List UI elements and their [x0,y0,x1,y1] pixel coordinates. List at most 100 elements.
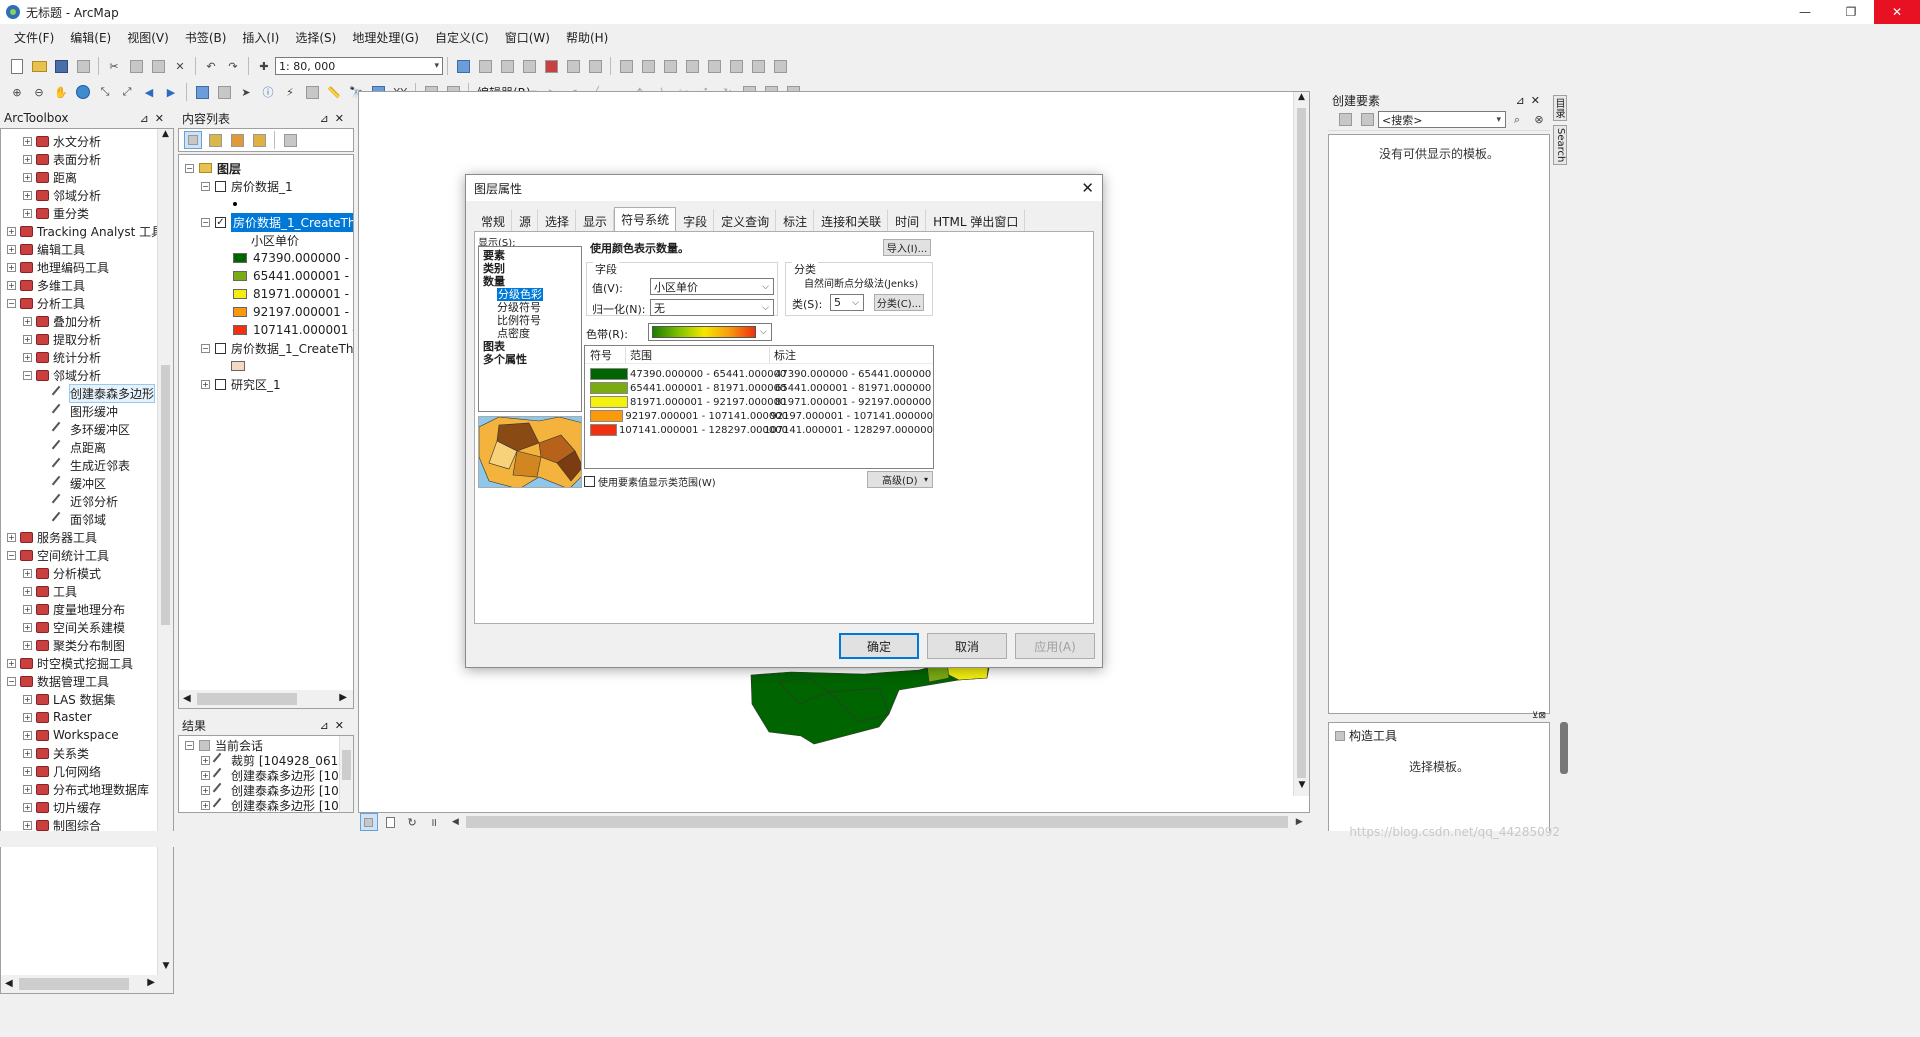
edge-handle[interactable] [1560,722,1568,774]
menu-windows[interactable]: 窗口(W) [497,29,558,46]
zoom-in-icon[interactable]: ⊕ [8,83,26,101]
expand-toggle-icon[interactable]: + [7,226,16,236]
class-label[interactable]: 107141.000001 - 128297.000000 [762,425,933,436]
expand-toggle-icon[interactable]: + [7,280,16,290]
cut-icon[interactable]: ✂ [105,57,123,75]
class-table-row[interactable]: 47390.000000 - 65441.000000 47390.000000 … [585,367,933,381]
go-back-icon[interactable]: ◀ [140,83,158,101]
toc-class-row[interactable]: 65441.000001 - 8197 [185,267,353,285]
expand-toggle-icon[interactable]: + [23,766,32,776]
expand-toggle-icon[interactable]: + [201,771,210,780]
layout-view-icon[interactable] [382,813,400,831]
classes-select[interactable]: 5 ⌵ [830,294,864,311]
expand-toggle-icon[interactable]: + [23,712,32,722]
delete-icon[interactable]: ✕ [171,57,189,75]
pan-icon[interactable]: ✋ [52,83,70,101]
renderer-tree-item[interactable]: 类别 [483,262,581,275]
clear-selection-icon[interactable] [215,83,233,101]
expand-toggle-icon[interactable]: + [7,244,16,254]
results-pin-close-icon[interactable]: ⊿✕ [320,719,350,732]
html-popup-icon[interactable] [303,83,321,101]
show-values-option[interactable]: 使用要素值显示类范围(W) [584,474,716,489]
panel-pin-close-icon[interactable]: ⊿✕ [140,112,170,125]
toolbox-item[interactable]: + 聚类分布制图 [1,636,159,654]
close-button[interactable]: ✕ [1874,0,1920,24]
fixed-zoom-in-icon[interactable]: ⤡ [96,83,114,101]
classify-button[interactable]: 分类(C)... [874,294,924,311]
expand-toggle-icon[interactable]: + [23,154,32,164]
toolbox-item[interactable]: 创建泰森多边形 [1,383,159,403]
toolbox-item[interactable]: 缓冲区 [1,474,159,492]
toolbox-item[interactable]: + Raster [1,708,159,726]
organize-templates-icon[interactable] [1336,111,1354,129]
menu-bookmarks[interactable]: 书签(B) [177,29,235,46]
toolbox-item[interactable]: + 重分类 [1,204,159,222]
menu-help[interactable]: 帮助(H) [558,29,616,46]
col-range[interactable]: 范围 [625,346,769,363]
cancel-button[interactable]: 取消 [927,633,1007,659]
hscroll-left-icon[interactable]: ◀ [447,813,465,831]
list-by-drawing-order-icon[interactable] [184,131,202,149]
toc-options-icon[interactable] [281,131,299,149]
toolbox-item[interactable]: 近邻分析 [1,492,159,510]
class-table-row[interactable]: 65441.000001 - 81971.000000 65441.000001 … [585,381,933,395]
class-table-row[interactable]: 81971.000001 - 92197.000000 81971.000001 … [585,395,933,409]
template-search-input[interactable]: <搜索> ▾ [1378,111,1506,128]
toolbox-item[interactable]: − 分析工具 [1,294,159,312]
toc-root[interactable]: − 图层 [185,159,353,177]
toolbox-item[interactable]: + 服务器工具 [1,528,159,546]
renderer-tree-item[interactable]: 图表 [483,340,581,353]
python-window-icon[interactable] [564,57,582,75]
expand-toggle-icon[interactable]: + [23,622,32,632]
hyperlink-icon[interactable]: ⚡ [281,83,299,101]
results-vscroll[interactable] [339,736,353,812]
toc-class-row[interactable]: 47390.000000 - 6544 [185,249,353,267]
arctoolbox-hscroll[interactable]: ◀ ▶ [1,975,173,993]
toolbox-item[interactable]: + LAS 数据集 [1,690,159,708]
dialog-tab[interactable]: 符号系统 [614,207,677,234]
expand-toggle-icon[interactable]: + [23,604,32,614]
results-session[interactable]: − 当前会话 [185,738,353,753]
map-vscroll[interactable]: ▲ ▼ [1293,92,1309,796]
expand-toggle-icon[interactable]: + [23,820,32,830]
measure-tool-icon[interactable]: 📏 [325,83,343,101]
class-symbol-swatch[interactable] [590,368,628,380]
zoom-out-icon[interactable]: ⊖ [30,83,48,101]
toolbox-item[interactable]: − 邻域分析 [1,366,159,384]
expand-toggle-icon[interactable]: + [23,136,32,146]
expand-toggle-icon[interactable]: + [201,786,210,795]
result-item[interactable]: + 创建泰森多边形 [1040 [185,797,353,812]
toc-layer-2[interactable]: −✓房价数据_1_CreateThiess [185,212,353,232]
list-by-source-icon[interactable] [206,131,224,149]
toolbox-item[interactable]: + 多维工具 [1,276,159,294]
toolbox-item[interactable]: + 地理编码工具 [1,258,159,276]
class-range[interactable]: 81971.000001 - 92197.000000 [628,397,786,408]
arctoolbox-icon[interactable] [542,57,560,75]
toolbox-item[interactable]: 生成近邻表 [1,456,159,474]
toolbox-item[interactable]: + 邻域分析 [1,186,159,204]
class-color-swatch[interactable] [233,271,247,281]
layer-1-checkbox[interactable] [215,180,226,192]
toolbox-item[interactable]: + 分析模式 [1,564,159,582]
expand-toggle-icon[interactable]: + [23,730,32,740]
expand-toggle-icon[interactable]: + [23,334,32,344]
expand-toggle-icon[interactable]: + [23,172,32,182]
toolbox-item[interactable]: + 编辑工具 [1,240,159,258]
toc-class-row[interactable]: 81971.000001 - 9219 [185,285,353,303]
class-symbol-swatch[interactable] [590,424,617,436]
layer-4-checkbox[interactable] [215,378,226,390]
menu-edit[interactable]: 编辑(E) [62,29,119,46]
toolbox-item[interactable]: + 空间关系建模 [1,618,159,636]
dialog-close-button[interactable]: ✕ [1081,179,1094,197]
splitter[interactable]: ⊻⊠ [1328,711,1550,722]
layer-1-symbol[interactable] [185,195,353,213]
advanced-button[interactable]: 高级(D) ▾ [867,471,933,488]
expand-toggle-icon[interactable]: + [23,190,32,200]
undo-icon[interactable]: ↶ [202,57,220,75]
paste-icon[interactable] [149,57,167,75]
expand-toggle-icon[interactable]: + [23,748,32,758]
identify-icon[interactable]: ⓘ [259,83,277,101]
toolbox-item[interactable]: + 水文分析 [1,132,159,150]
map-scale-select[interactable]: 1: 80, 000 ▾ [275,57,443,75]
menu-insert[interactable]: 插入(I) [234,29,287,46]
